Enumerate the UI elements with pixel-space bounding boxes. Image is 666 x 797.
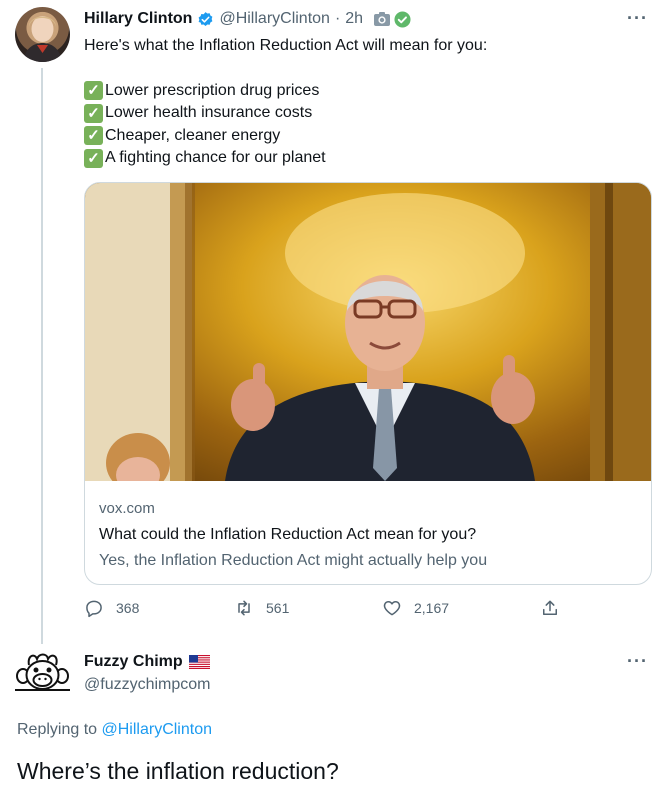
check-mark-icon: ✓ [84, 126, 103, 146]
author-name[interactable]: Hillary Clinton [84, 10, 192, 28]
check-mark-icon: ✓ [84, 148, 103, 168]
camera-icon [374, 12, 391, 26]
share-button[interactable] [540, 598, 572, 618]
replying-to-mention[interactable]: @HillaryClinton [102, 721, 213, 738]
list-item: ✓ A fighting chance for our planet [84, 147, 644, 170]
link-description: Yes, the Inflation Reduction Act might a… [99, 552, 488, 569]
check-mark-icon: ✓ [84, 81, 103, 101]
reply-icon [86, 600, 102, 618]
list-item: ✓ Cheaper, cleaner energy [84, 125, 644, 148]
like-count: 2,167 [414, 600, 450, 616]
header-separator: · [334, 10, 341, 27]
reply-author-name[interactable]: Fuzzy Chimp [84, 653, 183, 671]
retweet-count: 561 [266, 600, 290, 616]
verified-badge-icon [199, 11, 213, 26]
reply-author-avatar[interactable] [15, 651, 70, 691]
reply-header: Fuzzy Chimp [84, 653, 210, 671]
us-flag-icon [188, 655, 210, 669]
reply-more-options-button[interactable]: ··· [627, 651, 648, 672]
retweet-button[interactable]: 561 [234, 598, 289, 618]
link-preview-meta[interactable]: vox.com What could the Inflation Reducti… [85, 481, 651, 574]
list-item: ✓ Lower prescription drug prices [84, 80, 644, 103]
author-handle[interactable]: @HillaryClinton [219, 10, 330, 28]
point-text: Lower prescription drug prices [105, 81, 320, 99]
point-text: A fighting chance for our planet [105, 149, 326, 166]
reply-author-handle[interactable]: @fuzzychimpcom [84, 676, 211, 694]
thread-line [41, 68, 43, 644]
tweet-text: Here's what the Inflation Reduction Act … [84, 35, 644, 170]
like-button[interactable]: 2,167 [382, 598, 449, 618]
tweet-actions: 368 561 2,167 [84, 598, 574, 622]
link-preview-image[interactable] [85, 183, 651, 481]
tweet-time[interactable]: 2h [345, 10, 363, 28]
link-preview-card[interactable]: vox.com What could the Inflation Reducti… [84, 182, 652, 585]
list-item: ✓ Lower health insurance costs [84, 102, 644, 125]
retweet-icon [238, 600, 250, 616]
replying-prefix: Replying to [17, 721, 98, 738]
point-text: Cheaper, cleaner energy [105, 126, 281, 144]
link-domain: vox.com [99, 500, 155, 517]
check-mark-icon: ✓ [84, 103, 103, 123]
reply-count: 368 [116, 600, 140, 616]
heart-icon [383, 601, 401, 616]
share-icon [543, 600, 557, 615]
tweet-header: Hillary Clinton @HillaryClinton · 2h ··· [84, 8, 648, 30]
reply-text: Where’s the inflation reduction? [17, 758, 339, 784]
tweet-intro: Here's what the Inflation Reduction Act … [84, 37, 488, 54]
green-check-icon [394, 10, 411, 28]
point-text: Lower health insurance costs [105, 104, 313, 121]
reply-button[interactable]: 368 [84, 598, 139, 618]
author-avatar[interactable] [15, 7, 70, 62]
link-title: What could the Inflation Reduction Act m… [99, 526, 477, 543]
tweet-points-list: ✓ Lower prescription drug prices ✓ Lower… [84, 80, 644, 170]
replying-to-line: Replying to @HillaryClinton [17, 721, 212, 739]
more-options-button[interactable]: ··· [627, 8, 648, 29]
